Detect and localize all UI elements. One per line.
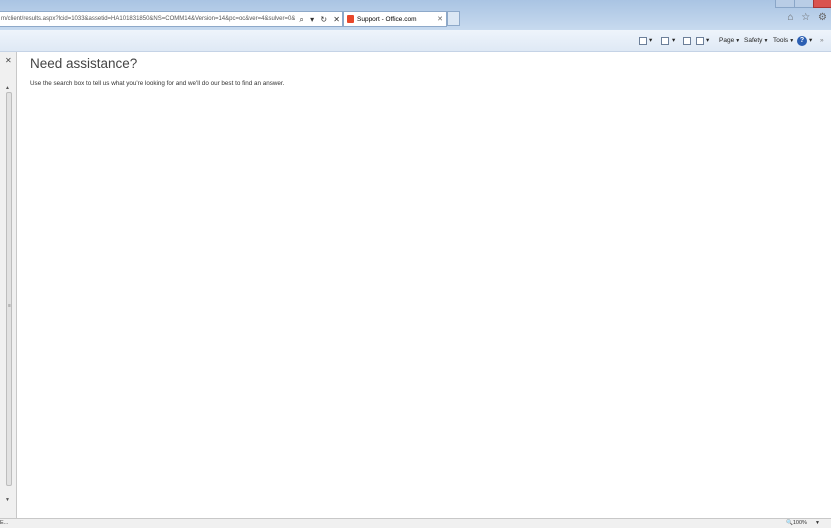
browser-right-icons: ⌂ ☆ ⚙	[782, 12, 827, 23]
help-icon[interactable]: ?	[797, 36, 807, 46]
new-tab-button[interactable]	[447, 11, 460, 26]
minimize-button[interactable]	[775, 0, 795, 8]
status-bar: E... 🔍100% ▼	[0, 518, 831, 528]
address-url: m/client/results.aspx?lcid=1033&assetid=…	[1, 16, 301, 22]
print-icon[interactable]	[696, 37, 704, 45]
close-tab-icon[interactable]: ✕	[437, 12, 443, 27]
scroll-up-arrow-icon[interactable]: ▲	[5, 85, 10, 91]
favorites-icon[interactable]: ☆	[801, 12, 810, 23]
refresh-icon[interactable]: ↻	[320, 15, 327, 24]
page-title: Need assistance?	[30, 56, 138, 71]
dropdown-icon[interactable]: ▾	[310, 15, 314, 24]
close-window-button[interactable]	[813, 0, 831, 8]
office-logo-icon	[347, 15, 354, 23]
safety-menu[interactable]: Safety▼	[744, 37, 768, 45]
maximize-button[interactable]	[794, 0, 814, 8]
chevron-down-icon[interactable]: ▾	[672, 37, 675, 45]
close-pane-icon[interactable]: ✕	[5, 56, 12, 65]
stop-icon[interactable]: ✕	[333, 15, 340, 24]
zoom-dropdown-icon[interactable]: ▼	[815, 519, 820, 528]
mail-icon[interactable]	[683, 37, 691, 45]
zoom-icon: 🔍	[786, 520, 793, 526]
browser-titlebar: m/client/results.aspx?lcid=1033&assetid=…	[0, 0, 831, 30]
left-pane: ✕ ▲ ≡ ▼	[0, 52, 17, 518]
settings-gear-icon[interactable]: ⚙	[818, 12, 827, 23]
search-icon[interactable]: ⌕	[299, 15, 303, 24]
page-menu[interactable]: Page▼	[719, 37, 740, 45]
chevron-down-icon[interactable]: ▾	[649, 37, 652, 45]
home-icon[interactable]: ⌂	[787, 12, 793, 23]
overflow-icon[interactable]: »	[820, 37, 824, 45]
page-description: Use the search box to tell us what you'r…	[30, 80, 285, 87]
zoom-level[interactable]: 🔍100%	[786, 519, 807, 528]
tab-support-office[interactable]: Support - Office.com ✕	[343, 11, 447, 27]
chevron-down-icon[interactable]: ▾	[706, 37, 709, 45]
command-bar: ▾ ▾ ▾ Page▼ Safety▼ Tools▼ ? ▾ »	[0, 30, 831, 52]
chevron-down-icon[interactable]: ▾	[809, 37, 812, 45]
scroll-grip-icon[interactable]: ≡	[8, 303, 11, 309]
tab-title: Support - Office.com	[357, 16, 417, 23]
page-content: Need assistance? Use the search box to t…	[17, 52, 831, 518]
scroll-down-arrow-icon[interactable]: ▼	[5, 497, 10, 503]
vertical-scrollbar[interactable]: ≡	[6, 92, 12, 486]
status-text: E...	[0, 520, 9, 526]
feeds-icon[interactable]	[661, 37, 669, 45]
tools-menu[interactable]: Tools▼	[773, 37, 794, 45]
address-bar[interactable]: m/client/results.aspx?lcid=1033&assetid=…	[0, 11, 343, 27]
add-favorites-icon[interactable]	[639, 37, 647, 45]
